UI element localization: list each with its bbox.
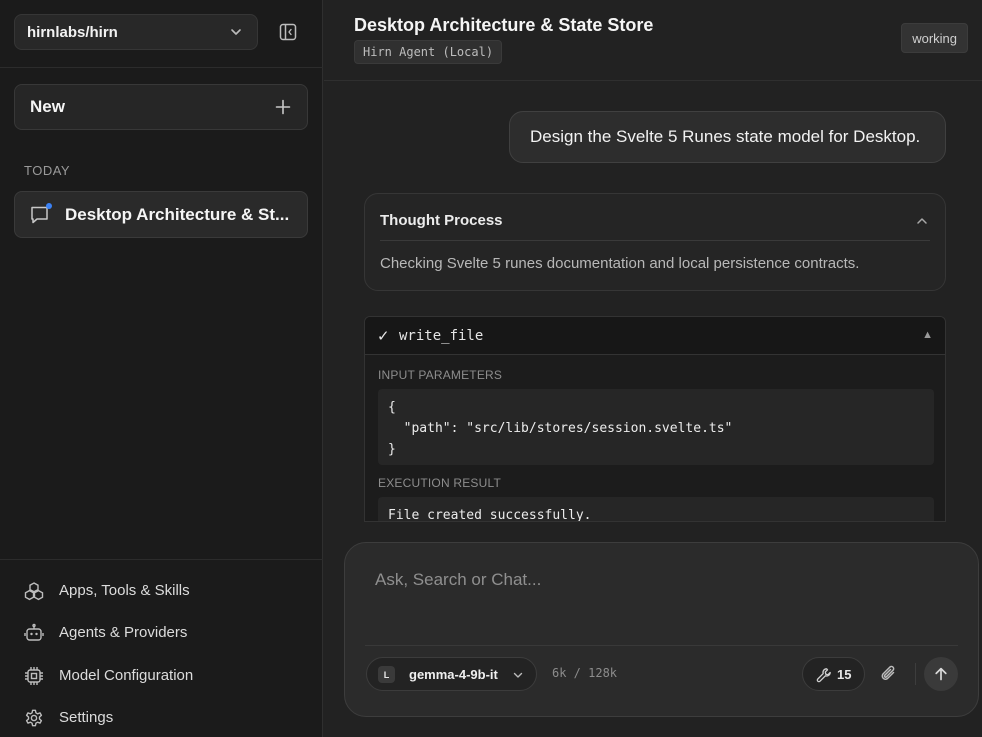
new-chat-button[interactable]: New <box>14 84 308 130</box>
gear-icon <box>25 709 43 727</box>
sidebar: hirnlabs/hirn New TODAY Desktop Architec… <box>0 0 323 737</box>
collapse-triangle-icon[interactable]: ▲ <box>922 329 933 341</box>
arrow-up-icon <box>935 667 947 681</box>
collapse-sidebar-button[interactable] <box>276 20 300 44</box>
nav-item-apps-tools-skills[interactable]: Apps, Tools & Skills <box>14 573 308 607</box>
model-provider-icon: L <box>378 666 395 683</box>
agent-badge: Hirn Agent (Local) <box>354 40 503 64</box>
composer-divider <box>365 645 958 646</box>
tool-call-header[interactable]: ✓ write_file ▲ <box>365 317 945 355</box>
wrench-icon <box>816 668 831 683</box>
model-select[interactable]: L gemma-4-9b-it <box>366 657 537 691</box>
repo-name: hirnlabs/hirn <box>27 23 118 41</box>
unread-dot <box>46 203 52 209</box>
new-chat-label: New <box>30 97 65 116</box>
chat-title: Desktop Architecture & St... <box>65 204 290 224</box>
chevron-down-icon <box>513 672 523 678</box>
user-message: Design the Svelte 5 Runes state model fo… <box>509 111 946 163</box>
section-label-today: TODAY <box>24 163 71 178</box>
page-title: Desktop Architecture & State Store <box>354 15 654 35</box>
status-badge: working <box>901 23 968 53</box>
toolbar-separator <box>915 663 916 685</box>
thought-process-title: Thought Process <box>380 212 503 229</box>
send-button[interactable] <box>924 657 958 691</box>
nav-label: Apps, Tools & Skills <box>59 581 190 599</box>
tools-button[interactable]: 15 <box>802 657 865 691</box>
nav-label: Settings <box>59 708 114 726</box>
execution-result-label: EXECUTION RESULT <box>378 476 501 490</box>
thought-divider <box>380 240 930 241</box>
execution-result-code: File created successfully. <box>378 497 934 521</box>
thought-process-text: Checking Svelte 5 runes documentation an… <box>380 255 860 272</box>
chip-icon <box>25 667 43 685</box>
user-message-text: Design the Svelte 5 Runes state model fo… <box>530 127 921 146</box>
sidebar-toggle-icon <box>279 23 297 41</box>
thought-process-panel[interactable]: Thought Process Checking Svelte 5 runes … <box>364 193 946 291</box>
nav-item-agents-providers[interactable]: Agents & Providers <box>14 615 308 649</box>
apps-icon <box>24 582 44 601</box>
nav-item-model-configuration[interactable]: Model Configuration <box>14 658 308 692</box>
chat-list-item[interactable]: Desktop Architecture & St... <box>14 191 308 238</box>
chevron-up-icon[interactable] <box>915 214 929 228</box>
nav-item-settings[interactable]: Settings <box>14 700 308 734</box>
tools-count: 15 <box>837 666 852 682</box>
tool-call-card: ✓ write_file ▲ INPUT PARAMETERS { "path"… <box>364 316 946 522</box>
chevron-down-icon <box>231 29 241 35</box>
input-parameters-code: { "path": "src/lib/stores/session.svelte… <box>378 389 934 465</box>
chat-input[interactable] <box>375 567 935 593</box>
token-count: 6k / 128k <box>552 666 618 680</box>
tool-name: write_file <box>399 328 484 344</box>
sidebar-divider <box>0 559 323 560</box>
input-parameters-label: INPUT PARAMETERS <box>378 368 503 382</box>
plus-icon <box>275 99 291 115</box>
chat-header: Desktop Architecture & State Store Hirn … <box>324 0 982 81</box>
main-panel: Desktop Architecture & State Store Hirn … <box>324 0 982 737</box>
paperclip-icon[interactable] <box>878 663 900 685</box>
nav-label: Agents & Providers <box>59 623 188 641</box>
repo-select[interactable]: hirnlabs/hirn <box>14 14 258 50</box>
nav-label: Model Configuration <box>59 666 194 684</box>
check-icon: ✓ <box>377 328 390 345</box>
robot-icon <box>24 623 44 641</box>
composer: L gemma-4-9b-it 6k / 128k 15 <box>344 542 979 717</box>
sidebar-divider <box>0 67 323 68</box>
model-name: gemma-4-9b-it <box>409 666 498 682</box>
